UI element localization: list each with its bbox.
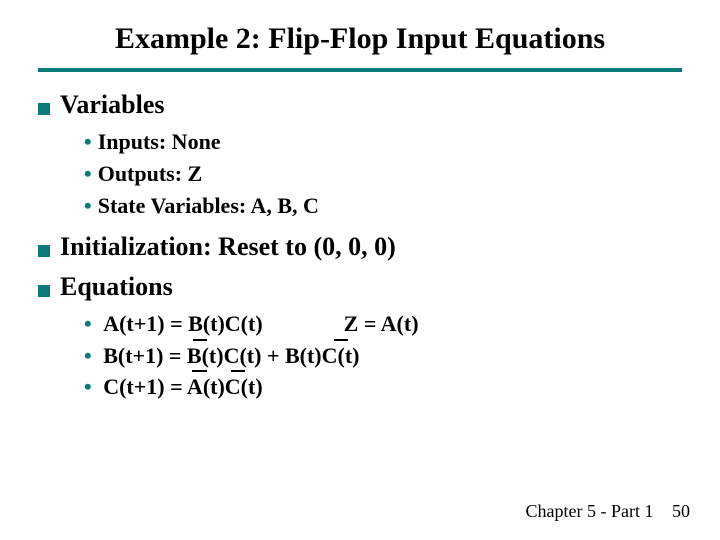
square-bullet-icon bbox=[38, 103, 50, 115]
section-variables: Variables bbox=[38, 90, 682, 120]
dot-bullet-icon: • bbox=[84, 193, 92, 218]
dot-bullet-icon: • bbox=[84, 343, 92, 368]
dot-bullet-icon: • bbox=[84, 161, 92, 186]
list-item: •Outputs: Z bbox=[84, 158, 682, 190]
list-item: • C(t+1) = A(t)C(t) bbox=[84, 371, 682, 403]
page-title: Example 2: Flip-Flop Input Equations bbox=[38, 22, 682, 56]
list-item: •State Variables: A, B, C bbox=[84, 190, 682, 222]
equation-b-text: B(t+1) = B(t)C(t) + B(t)C(t) bbox=[103, 343, 359, 368]
slide: Example 2: Flip-Flop Input Equations Var… bbox=[0, 0, 720, 540]
dot-bullet-icon: • bbox=[84, 311, 92, 336]
footer-page-number: 50 bbox=[672, 501, 690, 521]
title-underline bbox=[38, 68, 682, 72]
section-heading-equations: Equations bbox=[60, 272, 173, 302]
dot-bullet-icon: • bbox=[84, 374, 92, 399]
overline-bar bbox=[192, 370, 207, 372]
section-equations: Equations bbox=[38, 272, 682, 302]
slide-footer: Chapter 5 - Part 1 50 bbox=[526, 501, 690, 522]
variables-list: •Inputs: None •Outputs: Z •State Variabl… bbox=[84, 126, 682, 222]
section-heading-variables: Variables bbox=[60, 90, 165, 120]
section-heading-initialization: Initialization: Reset to (0, 0, 0) bbox=[60, 232, 396, 262]
variables-state: State Variables: A, B, C bbox=[98, 193, 319, 218]
section-initialization: Initialization: Reset to (0, 0, 0) bbox=[38, 232, 682, 262]
square-bullet-icon bbox=[38, 285, 50, 297]
equation-a-output: Z = A(t) bbox=[344, 308, 419, 340]
dot-bullet-icon: • bbox=[84, 129, 92, 154]
equation-c-text: C(t+1) = A(t)C(t) bbox=[103, 374, 262, 399]
list-item: •Inputs: None bbox=[84, 126, 682, 158]
equations-list: • A(t+1) = B(t)C(t) Z = A(t) • B(t+1) = … bbox=[84, 308, 682, 404]
equation-b: B(t+1) = B(t)C(t) + B(t)C(t) bbox=[103, 340, 359, 372]
equation-c: C(t+1) = A(t)C(t) bbox=[103, 371, 262, 403]
list-item: • A(t+1) = B(t)C(t) Z = A(t) bbox=[84, 308, 682, 340]
overline-bar bbox=[193, 339, 207, 341]
overline-bar bbox=[334, 339, 348, 341]
variables-outputs: Outputs: Z bbox=[98, 161, 203, 186]
overline-bar bbox=[231, 370, 245, 372]
square-bullet-icon bbox=[38, 245, 50, 257]
list-item: • B(t+1) = B(t)C(t) + B(t)C(t) bbox=[84, 340, 682, 372]
equation-a: A(t+1) = B(t)C(t) bbox=[103, 308, 262, 340]
footer-chapter: Chapter 5 - Part 1 bbox=[526, 501, 654, 521]
variables-inputs: Inputs: None bbox=[98, 129, 221, 154]
